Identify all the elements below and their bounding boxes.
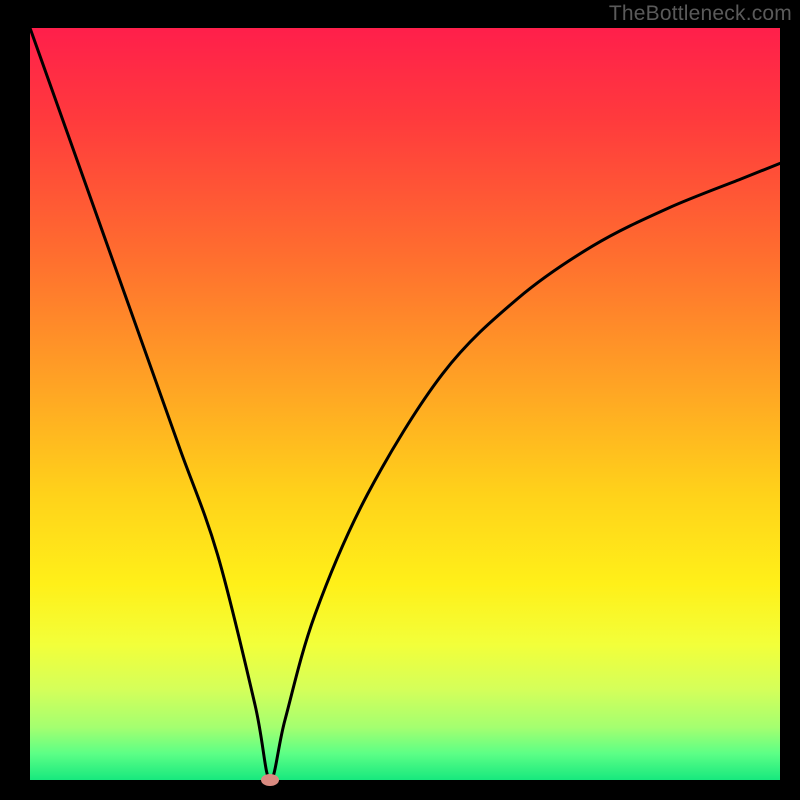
chart-frame: TheBottleneck.com bbox=[0, 0, 800, 800]
plot-background bbox=[30, 28, 780, 780]
watermark-text: TheBottleneck.com bbox=[609, 2, 792, 26]
optimal-marker bbox=[261, 774, 279, 786]
bottleneck-chart bbox=[0, 0, 800, 800]
